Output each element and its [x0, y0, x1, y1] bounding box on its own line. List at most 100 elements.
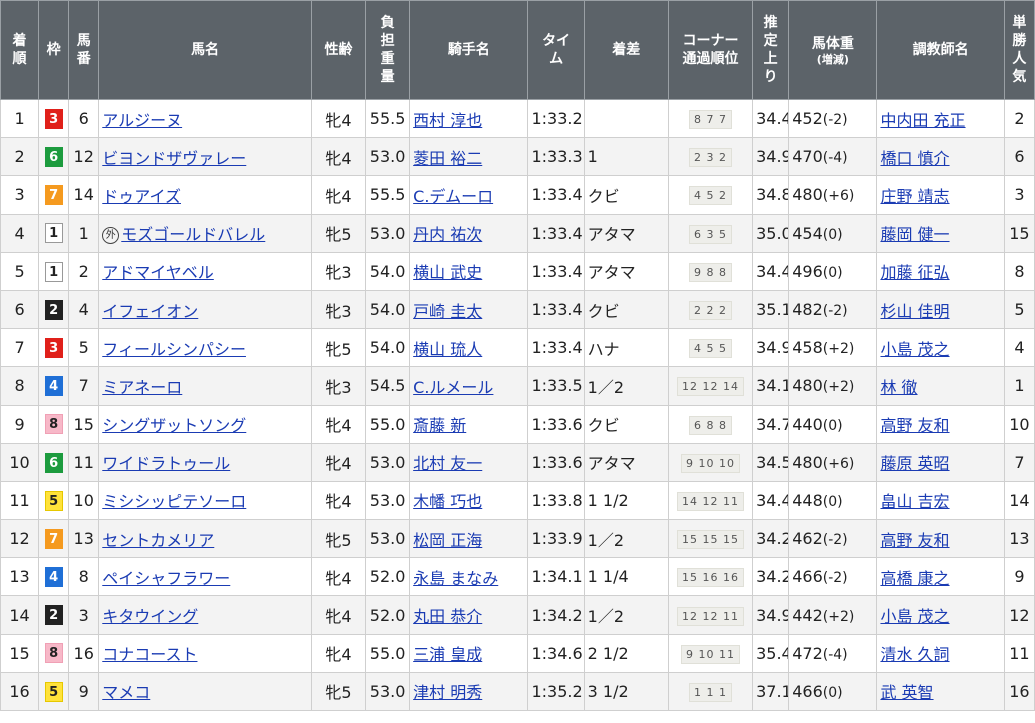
trainer-link[interactable]: 中内田 充正 [880, 111, 965, 130]
trainer-cell: 林 徹 [876, 366, 1005, 406]
body-weight-value: 480 [792, 376, 823, 396]
horse-name-link[interactable]: ドゥアイズ [102, 187, 181, 206]
horse-name-cell: イフェイオン [98, 289, 312, 330]
trainer-cell: 小島 茂之 [876, 328, 1005, 368]
trainer-link[interactable]: 藤岡 健一 [880, 225, 949, 244]
horse-name-link[interactable]: コナコースト [102, 645, 197, 664]
corner-cell: 12 12 14 [667, 366, 754, 406]
jockey-cell: 三浦 皇成 [409, 633, 529, 673]
horse-name-link[interactable]: ワイドラトゥール [102, 454, 230, 473]
trainer-cell: 加藤 征弘 [876, 251, 1005, 291]
table-row: 15 8 16 コナコースト 牝4 55.0 三浦 皇成 1:34.6 2 1/2 9 10 11… [0, 633, 1035, 673]
horse-number-cell: 12 [68, 137, 100, 177]
last3f-cell: 34.4 [752, 251, 790, 291]
jockey-link[interactable]: 西村 淳也 [413, 111, 482, 130]
body-weight-change: (+6) [822, 188, 855, 205]
popularity-cell: 14 [1003, 480, 1035, 521]
corner-cell: 6 8 8 [667, 404, 754, 444]
last3f-cell: 34.9 [752, 328, 790, 368]
corner-cell: 12 12 11 [667, 595, 754, 635]
margin-cell [583, 98, 669, 139]
trainer-link[interactable]: 藤原 英昭 [880, 454, 949, 473]
horse-name-link[interactable]: ビヨンドザヴァレー [102, 149, 246, 168]
jockey-link[interactable]: 津村 明秀 [413, 683, 482, 702]
trainer-link[interactable]: 高橋 康之 [880, 569, 949, 588]
body-weight-value: 466 [792, 681, 823, 701]
trainer-link[interactable]: 小島 茂之 [880, 340, 949, 359]
rank-cell: 12 [0, 519, 40, 559]
frame-badge: 7 [44, 528, 63, 549]
horse-name-link[interactable]: イフェイオン [102, 302, 198, 321]
trainer-link[interactable]: 橋口 慎介 [880, 149, 949, 168]
trainer-link[interactable]: 武 英智 [880, 683, 933, 702]
jockey-cell: 松岡 正海 [409, 519, 529, 559]
horse-number-cell: 9 [68, 671, 100, 712]
horse-name-link[interactable]: アドマイヤベル [102, 263, 214, 282]
horse-name-link[interactable]: モズゴールドバレル [121, 225, 265, 244]
frame-badge: 3 [44, 337, 63, 358]
rank-cell: 2 [0, 137, 40, 177]
jockey-link[interactable]: 木幡 巧也 [413, 492, 482, 511]
horse-name-link[interactable]: フィールシンパシー [102, 340, 246, 359]
trainer-link[interactable]: 畠山 吉宏 [880, 492, 949, 511]
body-weight-value: 482 [792, 300, 823, 320]
jockey-link[interactable]: C.デムーロ [413, 187, 493, 206]
trainer-link[interactable]: 庄野 靖志 [880, 187, 949, 206]
trainer-link[interactable]: 林 徹 [880, 378, 917, 397]
jockey-link[interactable]: 北村 友一 [413, 454, 482, 473]
jockey-link[interactable]: 菱田 裕二 [413, 149, 482, 168]
trainer-cell: 高野 友和 [876, 404, 1005, 444]
header-body-weight: 馬体重 (増減) [788, 0, 878, 100]
jockey-link[interactable]: 永島 まなみ [413, 569, 498, 588]
header-trainer: 調教師名 [876, 0, 1005, 100]
corner-cell: 1 1 1 [667, 671, 754, 712]
margin-cell: 1 [583, 137, 669, 177]
jockey-link[interactable]: 斎藤 新 [413, 416, 466, 435]
frame-cell: 8 [38, 633, 70, 673]
frame-badge: 5 [44, 681, 63, 702]
table-row: 4 1 1 外モズゴールドバレル 牝5 53.0 丹内 祐次 1:33.4 アタマ 6 3 5 35… [0, 213, 1035, 253]
jockey-link[interactable]: 丸田 恭介 [413, 607, 482, 626]
rank-cell: 10 [0, 442, 40, 482]
trainer-link[interactable]: 高野 友和 [880, 416, 949, 435]
trainer-link[interactable]: 清水 久詞 [880, 645, 949, 664]
horse-name-link[interactable]: ペイシャフラワー [102, 569, 230, 588]
header-weight-carried: 負担重量 [365, 0, 411, 100]
horse-name-link[interactable]: ミアネーロ [102, 378, 182, 397]
trainer-link[interactable]: 加藤 征弘 [880, 263, 949, 282]
horse-name-link[interactable]: シングザットソング [102, 416, 246, 435]
jockey-link[interactable]: 松岡 正海 [413, 531, 482, 550]
rank-cell: 8 [0, 366, 40, 406]
last3f-cell: 34.9 [752, 137, 790, 177]
margin-cell: アタマ [583, 251, 669, 291]
jockey-link[interactable]: 丹内 祐次 [413, 225, 482, 244]
body-weight-cell: 482(-2) [788, 289, 878, 330]
margin-cell: 1／2 [583, 519, 669, 559]
jockey-link[interactable]: 三浦 皇成 [413, 645, 482, 664]
horse-name-cell: シングザットソング [98, 404, 312, 444]
trainer-link[interactable]: 高野 友和 [880, 531, 949, 550]
popularity-cell: 6 [1003, 137, 1035, 177]
horse-name-link[interactable]: キタウイング [102, 607, 198, 626]
jockey-cell: 丹内 祐次 [409, 213, 529, 253]
jockey-link[interactable]: 戸崎 圭太 [413, 302, 482, 321]
weight-carried-cell: 53.0 [365, 442, 411, 482]
jockey-link[interactable]: C.ルメール [413, 378, 493, 397]
jockey-link[interactable]: 横山 琉人 [413, 340, 482, 359]
last3f-cell: 34.5 [752, 442, 790, 482]
horse-name-link[interactable]: マメコ [102, 683, 150, 702]
horse-name-link[interactable]: アルジーヌ [102, 111, 182, 130]
header-jockey: 騎手名 [409, 0, 529, 100]
horse-name-link[interactable]: セントカメリア [102, 531, 214, 550]
header-sex-age: 性齢 [310, 0, 367, 100]
body-weight-value: 496 [792, 261, 823, 281]
time-cell: 1:33.9 [527, 519, 585, 559]
trainer-link[interactable]: 小島 茂之 [880, 607, 949, 626]
jockey-link[interactable]: 横山 武史 [413, 263, 482, 282]
horse-name-link[interactable]: ミシシッピテソーロ [102, 492, 246, 511]
body-weight-change: (+2) [822, 608, 855, 625]
rank-cell: 16 [0, 671, 40, 712]
trainer-link[interactable]: 杉山 佳明 [880, 302, 949, 321]
sex-age-cell: 牝4 [310, 98, 367, 139]
frame-cell: 3 [38, 328, 70, 368]
